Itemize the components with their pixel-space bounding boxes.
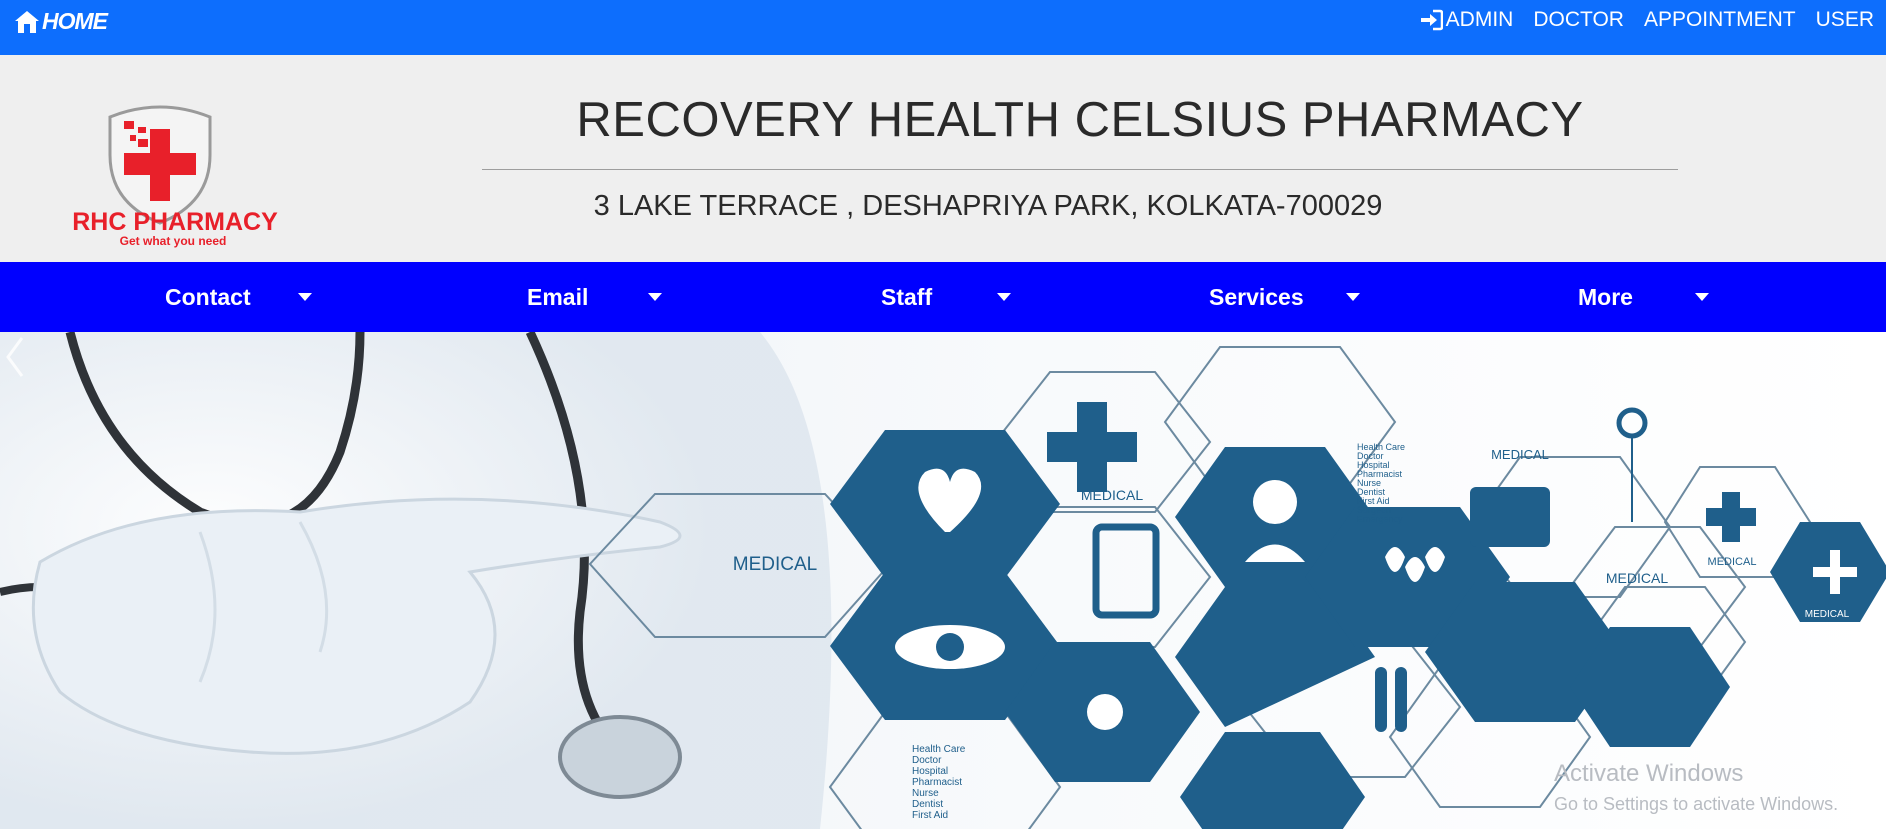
hero-carousel: MEDICAL MEDICAL MEDICAL MEDICAL MEDICAL … xyxy=(0,332,1886,829)
menu-staff[interactable]: Staff xyxy=(881,262,932,332)
logo-tagline: Get what you need xyxy=(120,234,227,248)
home-label: HOME xyxy=(42,8,108,34)
hex-list-2: Dentist xyxy=(912,799,943,810)
hex-label-medical-5: MEDICAL xyxy=(1708,556,1757,568)
pharmacy-address: 3 LAKE TERRACE , DESHAPRIYA PARK, KOLKAT… xyxy=(593,190,1383,222)
menu-staff-label: Staff xyxy=(881,283,933,310)
sign-in-icon xyxy=(1420,9,1443,31)
home-link[interactable]: HOME xyxy=(14,8,108,35)
hex-list-2: Doctor xyxy=(912,755,942,766)
home-icon xyxy=(15,10,39,33)
menu-email[interactable]: Email xyxy=(527,262,588,332)
logo-name: RHC PHARMACY xyxy=(72,208,278,236)
title-divider xyxy=(482,169,1678,170)
user-link[interactable]: USER xyxy=(1816,8,1874,32)
user-label: USER xyxy=(1815,8,1874,31)
appointment-link[interactable]: APPOINTMENT xyxy=(1644,8,1796,32)
admin-link[interactable]: ADMIN xyxy=(1419,8,1514,32)
hex-label-medical-6: MEDICAL xyxy=(1805,609,1850,620)
hex-label-medical-2: MEDICAL xyxy=(1081,487,1143,503)
site-header: RHC PHARMACY Get what you need RECOVERY … xyxy=(0,55,1886,262)
admin-label: ADMIN xyxy=(1445,8,1514,31)
chevron-down-icon[interactable] xyxy=(1695,262,1709,332)
chevron-down-icon[interactable] xyxy=(1346,262,1360,332)
menu-contact[interactable]: Contact xyxy=(165,262,251,332)
main-menu: Contact Email Staff Services More xyxy=(0,262,1886,332)
chevron-down-icon[interactable] xyxy=(997,262,1011,332)
top-nav-links: ADMIN DOCTOR APPOINTMENT USER xyxy=(1399,8,1874,32)
hex-label-medical-1: MEDICAL xyxy=(733,554,817,575)
pharmacy-title: RECOVERY HEALTH CELSIUS PHARMACY xyxy=(576,93,1584,147)
hex-list-1: Emergency xyxy=(1357,514,1403,524)
menu-services[interactable]: Services xyxy=(1209,262,1304,332)
hex-label-medical-4: MEDICAL xyxy=(1606,570,1668,586)
doctor-label: DOCTOR xyxy=(1533,8,1624,31)
hex-list-2: Health Care xyxy=(912,744,966,755)
activate-windows-watermark: Activate Windows Go to Settings to activ… xyxy=(1554,760,1838,815)
watermark-title: Activate Windows xyxy=(1554,760,1744,787)
hex-list-2: Pharmacist xyxy=(912,777,962,788)
hex-list-2: Hospital xyxy=(912,766,948,777)
menu-more[interactable]: More xyxy=(1578,262,1633,332)
hex-list-2: Nurse xyxy=(912,788,939,799)
menu-email-label: Email xyxy=(527,283,589,310)
hex-label-medical-3: MEDICAL xyxy=(1491,447,1549,462)
menu-more-label: More xyxy=(1578,283,1633,310)
rhc-pharmacy-logo: RHC PHARMACY Get what you need xyxy=(72,105,278,248)
chevron-down-icon[interactable] xyxy=(648,262,662,332)
hex-list-2: First Aid xyxy=(912,810,948,821)
doctor-link[interactable]: DOCTOR xyxy=(1533,8,1624,32)
chevron-down-icon[interactable] xyxy=(298,262,312,332)
appointment-label: APPOINTMENT xyxy=(1643,8,1796,31)
menu-contact-label: Contact xyxy=(165,283,251,310)
menu-services-label: Services xyxy=(1209,283,1304,310)
top-navbar: HOME ADMIN DOCTOR APPOINTMENT USER xyxy=(0,0,1886,55)
hero-medical-illustration: MEDICAL MEDICAL MEDICAL MEDICAL MEDICAL … xyxy=(0,332,1886,829)
watermark-subtitle: Go to Settings to activate Windows. xyxy=(1554,794,1839,814)
carousel-prev-icon[interactable] xyxy=(0,332,30,382)
